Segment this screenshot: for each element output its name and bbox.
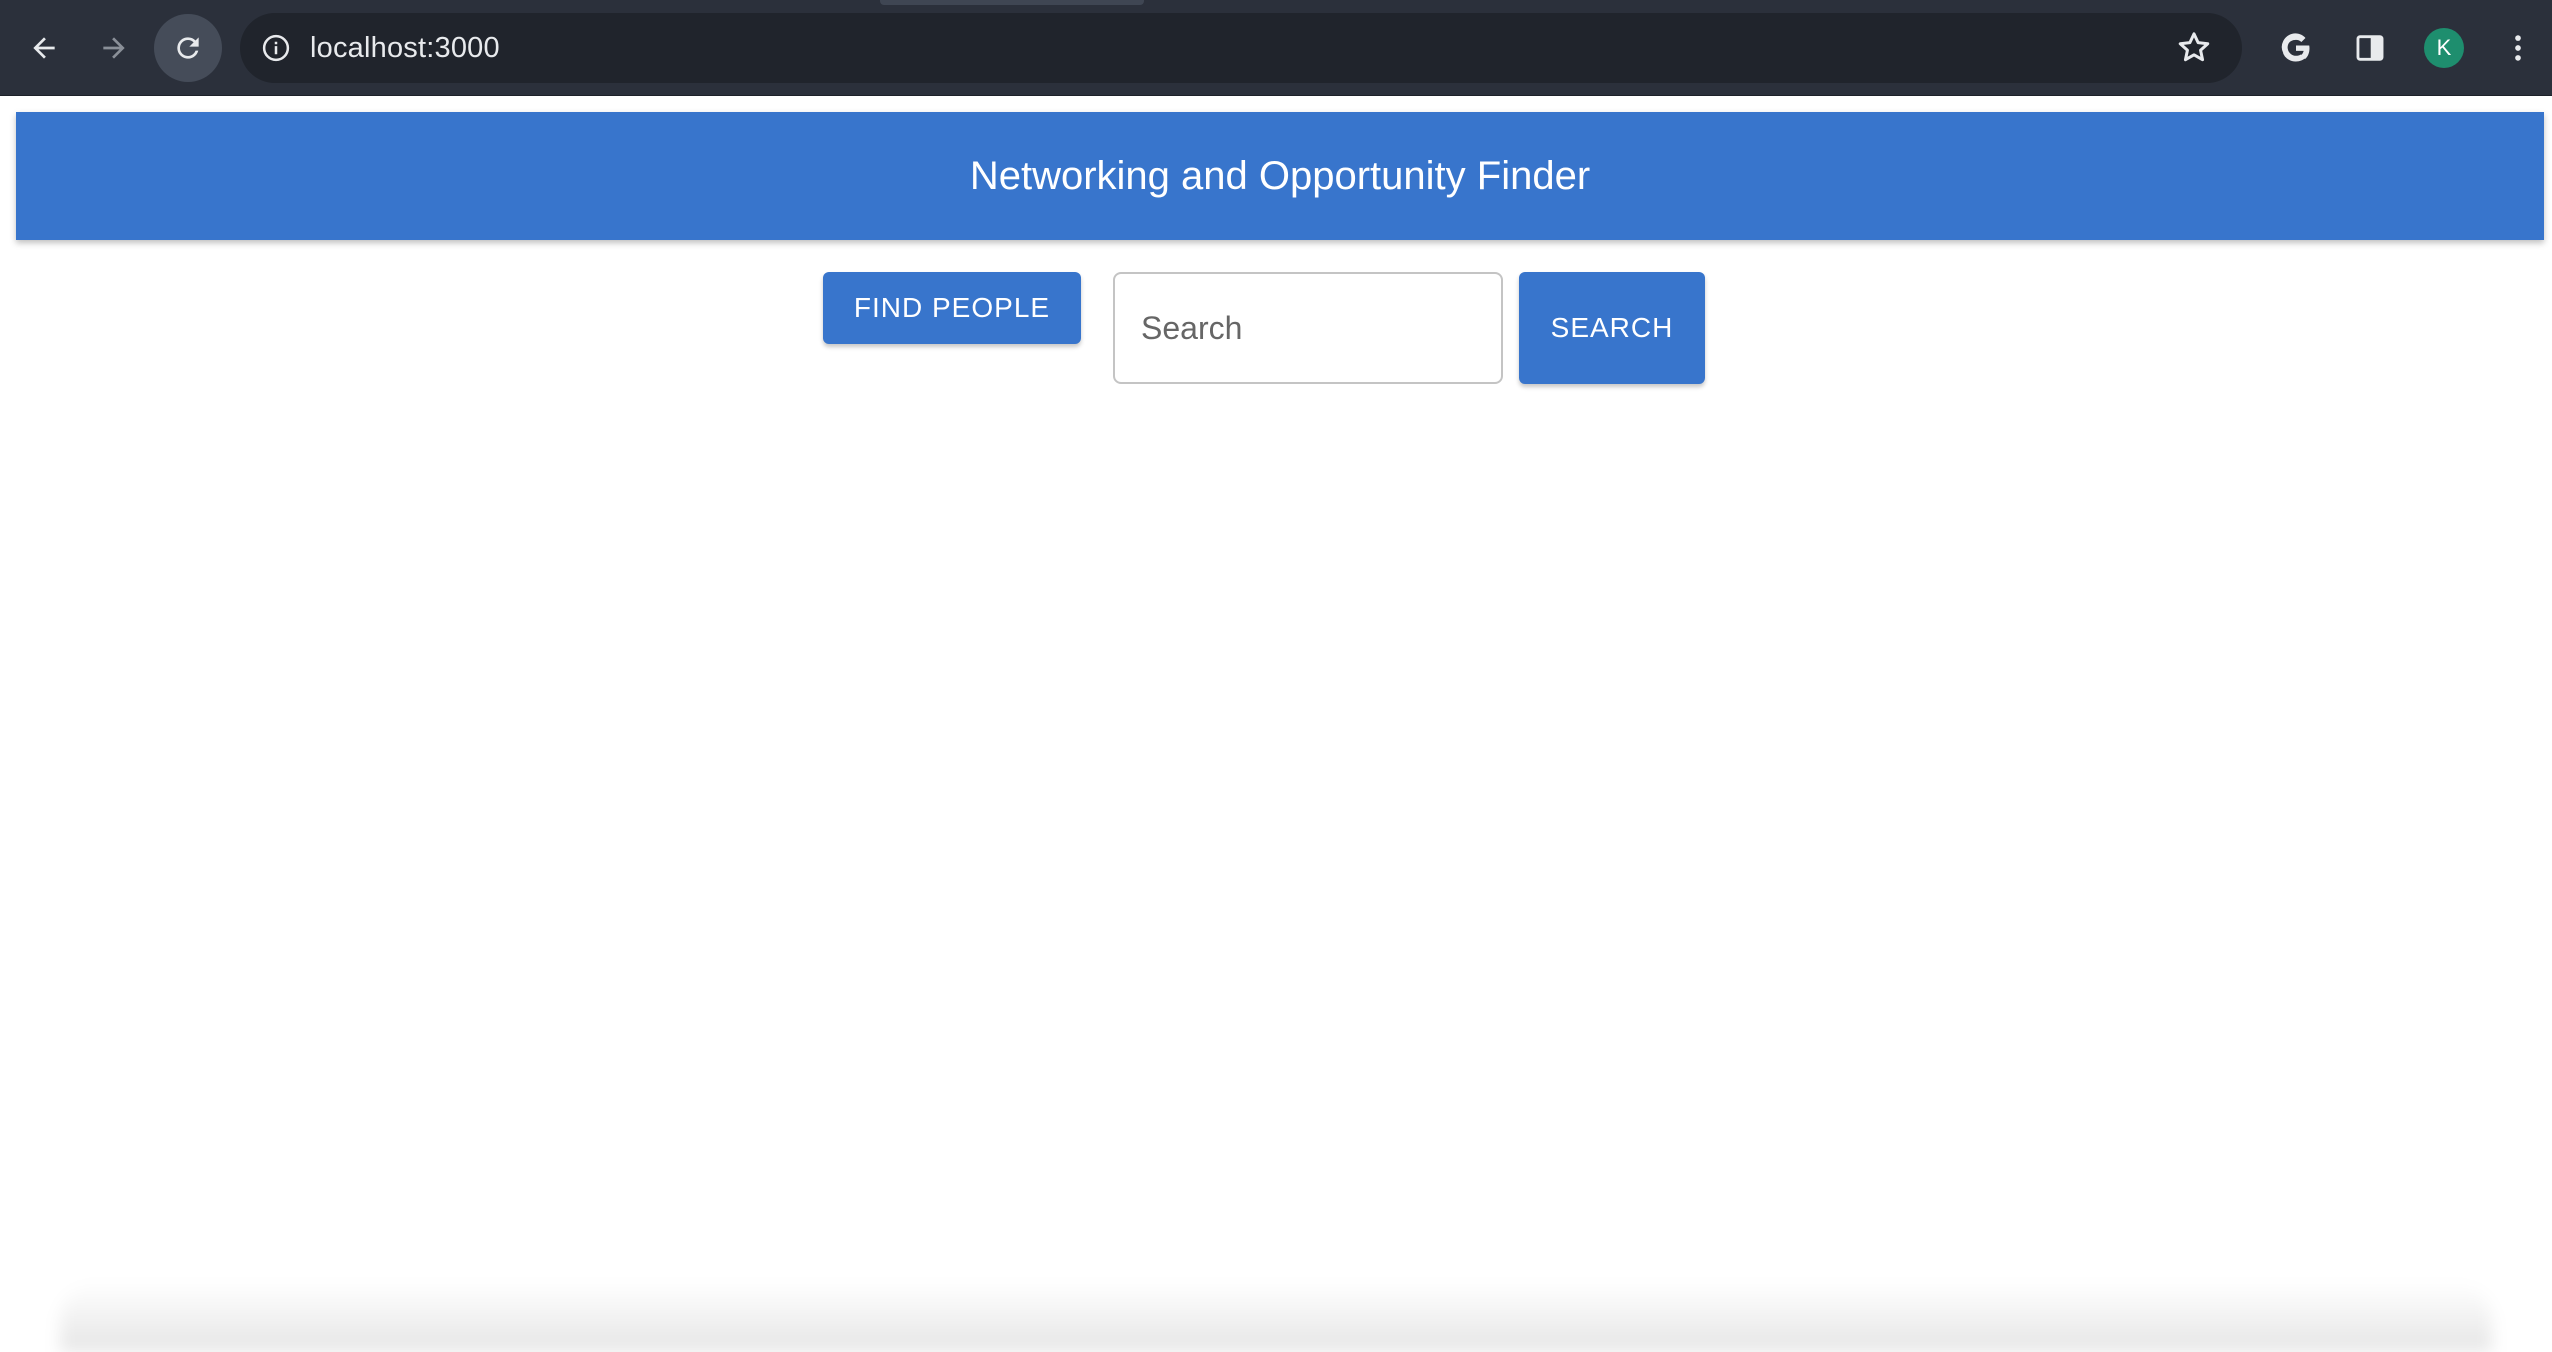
find-people-button[interactable]: FIND PEOPLE (823, 272, 1081, 344)
app-header: Networking and Opportunity Finder (16, 112, 2544, 240)
active-tab-indicator (880, 0, 1144, 5)
back-button[interactable] (16, 20, 72, 76)
search-button[interactable]: SEARCH (1519, 272, 1705, 384)
profile-avatar[interactable]: K (2424, 28, 2464, 68)
star-icon[interactable] (2174, 28, 2214, 68)
forward-arrow-icon (103, 37, 125, 59)
page-title: Networking and Opportunity Finder (969, 153, 1591, 198)
kebab-menu-icon[interactable] (2494, 24, 2542, 72)
reload-icon (177, 37, 199, 59)
address-bar[interactable]: localhost:3000 (240, 13, 2242, 83)
url-text[interactable]: localhost:3000 (310, 32, 500, 65)
info-icon[interactable] (258, 30, 294, 66)
bottom-shadow (60, 1282, 2492, 1352)
browser-toolbar: localhost:3000 K (0, 0, 2552, 96)
reload-button[interactable] (154, 14, 222, 82)
search-input[interactable] (1113, 272, 1503, 384)
page-viewport: Networking and Opportunity Finder FIND P… (0, 96, 2552, 1352)
side-panel-icon[interactable] (2346, 24, 2394, 72)
forward-button[interactable] (86, 20, 142, 76)
google-icon[interactable] (2272, 24, 2320, 72)
back-arrow-icon (33, 37, 55, 59)
